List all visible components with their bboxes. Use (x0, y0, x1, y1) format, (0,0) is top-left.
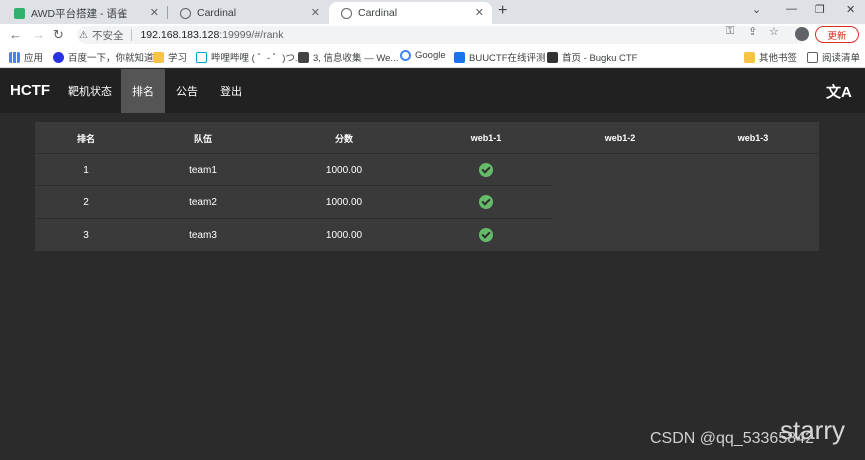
profile-icon[interactable] (795, 27, 809, 41)
update-button[interactable]: 更新 (815, 26, 859, 43)
url-host: 192.168.183.128 (140, 29, 220, 41)
bookmark-other[interactable]: 其他书签 (744, 50, 797, 64)
table-row[interactable]: 3 team3 1000.00 (35, 219, 819, 251)
bookmark-label: 应用 (24, 53, 44, 64)
close-tab-icon[interactable]: ✕ (475, 6, 484, 19)
bookmark-reading-list[interactable]: 阅读清单 (807, 50, 860, 64)
cell-rank: 2 (83, 196, 89, 208)
close-tab-icon[interactable]: ✕ (311, 6, 320, 19)
bookmark-bilibili[interactable]: 哔哩哔哩 ( ゜- ゜)つ... (196, 50, 303, 64)
check-circle-icon (479, 195, 493, 209)
reading-list-icon (807, 51, 818, 63)
cell-team: team2 (189, 196, 217, 208)
browser-tab-cardinal-active[interactable]: Cardinal ✕ (329, 2, 492, 24)
header-web1-3[interactable]: web1-3 (687, 122, 819, 154)
bugku-icon (547, 51, 558, 63)
bookmark-label: 3, 信息收集 — We... (313, 53, 399, 64)
bookmark-label: 百度一下，你就知道 (68, 53, 154, 64)
close-tab-icon[interactable]: ✕ (150, 6, 159, 19)
app-navbar: HCTF 靶机状态 排名 公告 登出 文A (0, 69, 865, 113)
bilibili-icon (196, 51, 207, 63)
check-circle-icon (479, 228, 493, 242)
bookmark-apps[interactable]: 应用 (9, 50, 43, 64)
cell-team: team3 (189, 229, 217, 241)
bookmark-label: 其他书签 (759, 53, 798, 64)
cell-rank: 3 (83, 229, 89, 241)
globe-icon (341, 7, 352, 19)
table-header-row: 排名 队伍 分数 web1-1 web1-2 web1-3 (35, 122, 819, 154)
browser-tab-cardinal[interactable]: Cardinal ✕ (168, 2, 328, 24)
browser-toolbar: ← → ↻ ⚠ 不安全 192.168.183.128 :19999/#/ran… (0, 24, 865, 46)
bookmark-label: BUUCTF在线评测 (469, 53, 546, 64)
forward-icon[interactable]: → (32, 27, 45, 42)
csdn-watermark: CSDN @qq_53365842 (650, 430, 814, 447)
share-icon[interactable]: ⇪ (748, 25, 757, 38)
bookmark-buuctf[interactable]: BUUCTF在线评测 (454, 50, 546, 64)
header-score[interactable]: 分数 (269, 122, 419, 154)
folder-icon (153, 51, 164, 63)
nav-item-logout[interactable]: 登出 (209, 69, 253, 113)
bookmark-label: 首页 - Bugku CTF (562, 53, 638, 64)
brand-logo[interactable]: HCTF (10, 82, 50, 99)
bookmark-baidu[interactable]: 百度一下，你就知道 (53, 50, 154, 64)
minimize-icon[interactable]: — (786, 3, 797, 15)
google-icon (400, 50, 411, 61)
translate-icon[interactable]: 文A (826, 81, 852, 102)
cell-team: team1 (189, 164, 217, 176)
buuctf-icon (454, 51, 465, 63)
close-window-icon[interactable]: ✕ (846, 3, 855, 16)
bookmark-google[interactable]: Google (400, 50, 446, 61)
bookmark-study[interactable]: 学习 (153, 50, 187, 64)
cell-score: 1000.00 (325, 164, 363, 176)
star-icon[interactable]: ☆ (769, 25, 779, 38)
cell-score: 1000.00 (325, 196, 363, 208)
cell-web1-1 (419, 219, 553, 251)
header-team[interactable]: 队伍 (137, 122, 269, 154)
separator (131, 29, 133, 41)
address-bar[interactable]: ⚠ 不安全 192.168.183.128 :19999/#/rank (77, 26, 807, 44)
nav-item-target-status[interactable]: 靶机状态 (59, 69, 121, 113)
tab-title: AWD平台搭建 - 语雀 (31, 7, 128, 20)
book-icon (298, 51, 309, 63)
browser-tab-strip: AWD平台搭建 - 语雀 ✕ Cardinal ✕ Cardinal ✕ + ⌄… (0, 0, 865, 24)
table-row[interactable]: 1 team1 1000.00 (35, 154, 819, 186)
header-rank[interactable]: 排名 (35, 122, 137, 154)
bookmark-bugku[interactable]: 首页 - Bugku CTF (547, 50, 638, 64)
header-web1-1[interactable]: web1-1 (419, 122, 553, 154)
nav-item-rank[interactable]: 排名 (121, 69, 165, 113)
rank-table: 排名 队伍 分数 web1-1 web1-2 web1-3 1 team1 10… (35, 122, 819, 251)
tab-title: Cardinal (358, 7, 398, 19)
folder-icon (744, 51, 755, 63)
warning-icon[interactable]: ⚠ (79, 30, 88, 41)
cell-web1-1 (419, 186, 553, 218)
reload-icon[interactable]: ↻ (53, 27, 64, 43)
nav-item-announcements[interactable]: 公告 (165, 69, 209, 113)
restore-icon[interactable]: ❐ (815, 3, 825, 16)
tab-search-icon[interactable]: ⌄ (752, 3, 761, 16)
key-icon[interactable]: ⚿ (726, 25, 734, 38)
back-icon[interactable]: ← (9, 27, 22, 42)
security-label: 不安全 (91, 29, 124, 42)
baidu-icon (53, 51, 64, 63)
yuque-icon (14, 7, 25, 19)
globe-icon (180, 7, 191, 19)
cell-rank: 1 (83, 164, 89, 176)
bookmark-label: Google (415, 50, 446, 61)
table-row[interactable]: 2 team2 1000.00 (35, 186, 819, 218)
bookmark-label: 哔哩哔哩 ( ゜- ゜)つ... (211, 53, 303, 64)
bookmark-label: 阅读清单 (822, 53, 861, 64)
check-circle-icon (479, 163, 493, 177)
url-path: :19999/#/rank (219, 29, 284, 41)
cell-score: 1000.00 (325, 229, 363, 241)
bookmark-infogather[interactable]: 3, 信息收集 — We... (298, 50, 398, 64)
header-web1-2[interactable]: web1-2 (553, 122, 687, 154)
new-tab-icon[interactable]: + (498, 2, 507, 20)
bookmarks-bar: 应用 百度一下，你就知道 学习 哔哩哔哩 ( ゜- ゜)つ... 3, 信息收集… (0, 46, 865, 68)
tab-title: Cardinal (197, 7, 237, 19)
cell-web1-1 (419, 154, 553, 186)
browser-tab-yuque[interactable]: AWD平台搭建 - 语雀 ✕ (2, 2, 167, 24)
bookmark-label: 学习 (168, 53, 188, 64)
apps-grid-icon (9, 51, 20, 63)
